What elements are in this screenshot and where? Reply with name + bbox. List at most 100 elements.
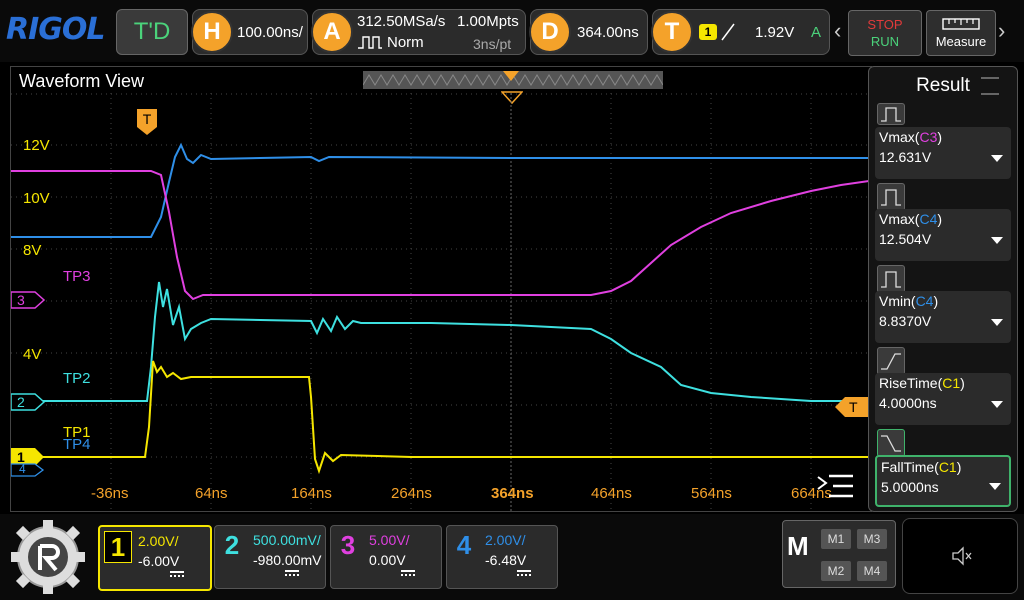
ruler-icon — [942, 18, 980, 30]
stop-label: STOP — [867, 17, 903, 32]
result-value: 8.8370V — [879, 313, 932, 329]
math-panel[interactable]: M M1 M3 M2 M4 — [782, 520, 896, 588]
channel-4-box[interactable]: 4 2.00V/ -6.48V — [446, 525, 558, 589]
acq-pulse-icon — [358, 36, 382, 49]
channel-1-scale: 2.00V/ — [138, 533, 179, 549]
pulse-icon — [877, 103, 905, 125]
channel-3-offset: 0.00V — [369, 552, 406, 568]
trace-label-tp4: TP4 — [63, 436, 91, 453]
coupling-icon — [170, 571, 184, 577]
chevron-right-icon[interactable]: › — [998, 18, 1005, 44]
trigger-flag-label: T — [142, 111, 152, 127]
acquisition-panel[interactable]: A 312.50MSa/s 1.00Mpts Norm 3ns/pt — [311, 9, 526, 55]
volt-label-8v: 8V — [23, 242, 42, 259]
channel-1-box[interactable]: 1 2.00V/ -6.00V — [98, 525, 212, 591]
chevron-down-icon[interactable] — [989, 483, 1001, 490]
math-m1-button[interactable]: M1 — [821, 529, 851, 549]
measure-button[interactable]: Measure — [926, 10, 996, 56]
ch4-marker-shape — [11, 463, 45, 477]
pulse-icon — [877, 183, 905, 211]
result-panel[interactable]: Result Vmax(C3) 12.631V Vmax(C4) 12.504V… — [868, 66, 1018, 512]
rigol-gear-icon[interactable] — [8, 518, 88, 596]
math-label: M — [787, 531, 809, 561]
trigger-level-marker[interactable]: T — [835, 397, 869, 417]
result-item-vmin-c4[interactable]: Vmin(C4) 8.8370V — [875, 291, 1011, 343]
run-label: RUN — [870, 34, 900, 49]
trigger-level-label: T — [849, 399, 858, 415]
result-item-vmax-c3[interactable]: Vmax(C3) 12.631V — [875, 127, 1011, 179]
channel-4-scale: 2.00V/ — [485, 532, 526, 548]
memory-depth: 1.00Mpts — [457, 13, 519, 30]
sample-interval: 3ns/pt — [473, 36, 512, 52]
result-item-vmax-c4[interactable]: Vmax(C4) 12.504V — [875, 209, 1011, 261]
channel-1-number: 1 — [104, 531, 132, 563]
channel-tag: C1 — [942, 375, 961, 391]
result-item-risetime-c1[interactable]: RiseTime(C1) 4.0000ns — [875, 373, 1011, 425]
speaker-mute-icon — [952, 546, 972, 566]
result-value: 12.631V — [879, 149, 932, 165]
sound-panel[interactable] — [902, 518, 1018, 594]
channel-tag: C3 — [919, 129, 938, 145]
volt-label-12v: 12V — [23, 137, 50, 154]
coupling-icon — [517, 570, 531, 576]
math-m2-button[interactable]: M2 — [821, 561, 851, 581]
ch3-marker-label: 3 — [17, 292, 25, 308]
chevron-down-icon[interactable] — [991, 319, 1003, 326]
coupling-icon — [401, 570, 415, 576]
channel-tag: C4 — [915, 293, 934, 309]
delay-panel[interactable]: D 364.00ns — [529, 9, 648, 55]
ch3-trace — [11, 170, 869, 301]
trigger-panel[interactable]: T 1 1.92V A — [651, 9, 830, 55]
result-name: Vmax(C3) — [879, 129, 943, 145]
volt-label-4v: 4V — [23, 346, 42, 363]
chevron-down-icon[interactable] — [991, 237, 1003, 244]
ch2-trace — [11, 281, 869, 402]
chevron-down-icon[interactable] — [991, 155, 1003, 162]
result-item-falltime-c1[interactable]: FallTime(C1) 5.0000ns — [875, 455, 1011, 507]
math-m3-button[interactable]: M3 — [857, 529, 887, 549]
channel-2-offset: -980.00mV — [253, 552, 322, 568]
result-value: 5.0000ns — [881, 479, 939, 495]
trigger-flag[interactable]: T — [137, 109, 157, 135]
result-name: Vmax(C4) — [879, 211, 943, 227]
channel-3-box[interactable]: 3 5.00V/ 0.00V — [330, 525, 442, 589]
ch3-offset-marker[interactable]: 3 — [11, 291, 45, 309]
math-m4-button[interactable]: M4 — [857, 561, 887, 581]
fall-icon — [877, 429, 905, 457]
d-icon: D — [529, 11, 571, 53]
measure-label: Measure — [935, 34, 987, 49]
trace-label-tp3: TP3 — [63, 268, 91, 285]
result-value: 4.0000ns — [879, 395, 937, 411]
trigger-source-badge: 1 — [699, 24, 717, 40]
ch4-offset-marker[interactable]: 4 — [11, 462, 45, 477]
result-name: RiseTime(C1) — [879, 375, 965, 391]
acq-mode: Norm — [387, 34, 424, 51]
time-label-6: 564ns — [691, 485, 732, 502]
trace-label-tp2: TP2 — [63, 370, 91, 387]
chevron-left-icon[interactable]: ‹ — [834, 18, 841, 44]
horizontal-timebase[interactable]: H 100.00ns/ — [191, 9, 308, 55]
ch2-offset-marker[interactable]: 2 — [11, 393, 45, 411]
waveform-view[interactable]: Waveform View T 12V 10V 8V 4V TP3 TP2 TP… — [10, 66, 872, 512]
channel-2-scale: 500.00mV/ — [253, 532, 321, 548]
chevron-down-icon[interactable] — [991, 401, 1003, 408]
channel-2-box[interactable]: 2 500.00mV/ -980.00mV — [214, 525, 326, 589]
channel-4-number: 4 — [456, 530, 472, 560]
result-value: 12.504V — [879, 231, 932, 247]
time-label-5: 464ns — [591, 485, 632, 502]
rise-icon — [877, 347, 905, 375]
trigger-mode: A — [811, 24, 822, 41]
channel-3-number: 3 — [340, 530, 356, 560]
time-label-3: 264ns — [391, 485, 432, 502]
channel-tag: C1 — [938, 459, 957, 475]
channel-tag: C4 — [919, 211, 938, 227]
stop-run-button[interactable]: STOP RUN — [848, 10, 922, 56]
coupling-icon — [285, 570, 299, 576]
a-icon: A — [311, 11, 353, 53]
result-menu-icon[interactable] — [981, 77, 999, 95]
channel-3-scale: 5.00V/ — [369, 532, 410, 548]
rigol-logo: RIGOL — [6, 12, 106, 47]
td-button[interactable]: T'D — [116, 9, 188, 55]
ch4-marker-label: 4 — [19, 462, 26, 476]
menu-icon[interactable] — [815, 471, 855, 501]
